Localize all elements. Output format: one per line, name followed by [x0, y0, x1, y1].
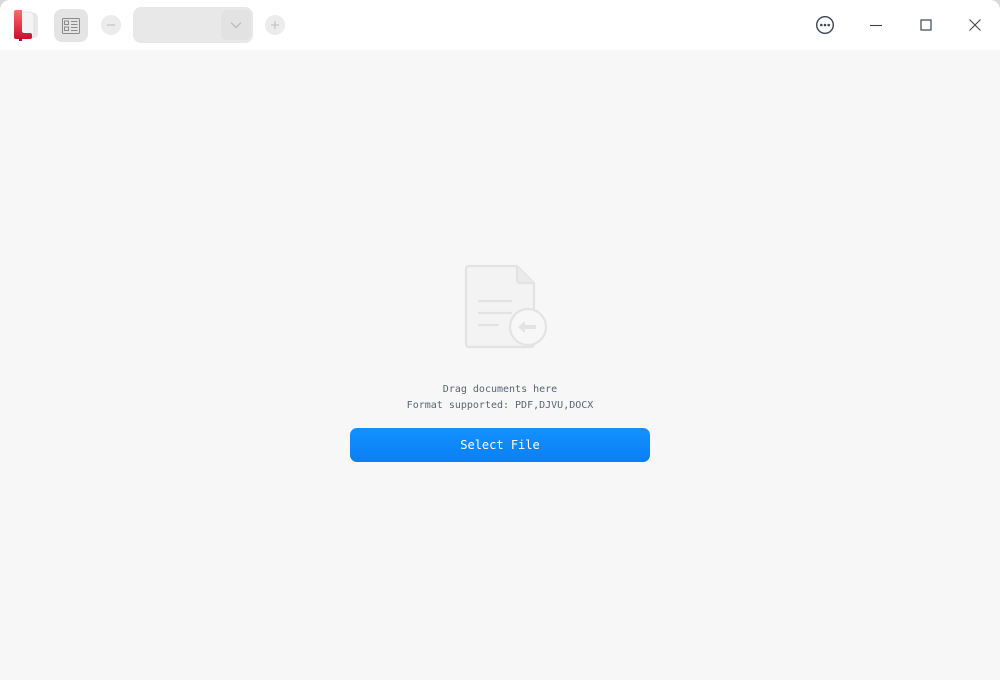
document-viewer-logo-icon [10, 9, 40, 41]
minus-icon [107, 24, 115, 26]
app-window: Drag documents here Format supported: PD… [0, 0, 1000, 680]
zoom-out-button[interactable] [101, 15, 121, 35]
minimize-button[interactable] [856, 5, 896, 45]
title-bar [0, 0, 1000, 50]
close-icon [969, 19, 981, 31]
zoom-level-select[interactable] [133, 7, 253, 43]
zoom-in-button[interactable] [265, 15, 285, 35]
plus-icon [271, 21, 279, 29]
document-drop-area[interactable]: Drag documents here Format supported: PD… [0, 50, 1000, 680]
main-menu-button[interactable] [805, 5, 845, 45]
close-button[interactable] [955, 5, 995, 45]
maximize-button[interactable] [906, 5, 946, 45]
minimize-icon [870, 24, 882, 27]
maximize-icon [920, 19, 932, 31]
sidebar-toggle-button[interactable] [54, 9, 88, 42]
more-options-icon [815, 15, 835, 35]
thumbnail-sidebar-icon [62, 17, 80, 34]
select-file-button[interactable]: Select File [350, 428, 650, 462]
chevron-down-icon [221, 10, 251, 40]
drag-hint-text: Drag documents here [442, 384, 558, 395]
supported-formats-text: Format supported: PDF,DJVU,DOCX [406, 400, 594, 411]
import-document-icon [462, 264, 552, 352]
